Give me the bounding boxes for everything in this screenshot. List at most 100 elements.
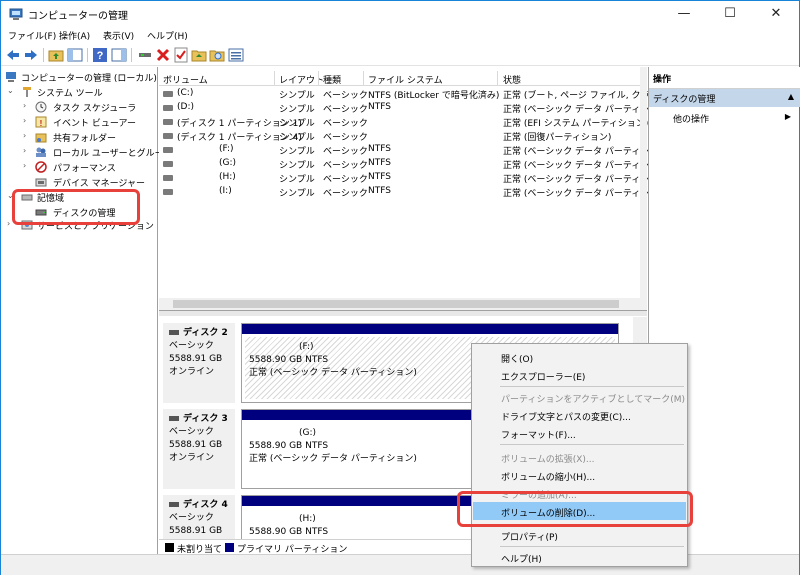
minimize-button[interactable]: — (661, 1, 707, 27)
tree-item-system-tools[interactable]: ⌄ システム ツール (5, 85, 155, 99)
volume-type: ベーシック (323, 105, 368, 115)
open-folder-icon[interactable] (191, 47, 207, 63)
disk-type: ベーシック (169, 341, 214, 351)
primary-partition-swatch (225, 543, 234, 552)
disk-icon (169, 502, 179, 507)
tree-item-event-viewer[interactable]: › ! イベント ビューアー (5, 115, 155, 129)
disk-name: ディスク 2 (183, 328, 228, 338)
maximize-button[interactable]: ☐ (707, 1, 753, 27)
tree-label-local-users: ローカル ユーザーとグループ (53, 149, 173, 159)
tree-label-system-tools: システム ツール (37, 89, 103, 99)
navigation-tree: コンピューターの管理 (ローカル) ⌄ システム ツール › タスク スケジュー… (1, 67, 172, 554)
column-header-filesystem[interactable]: ファイル システム (368, 73, 443, 86)
collapse-arrow-icon[interactable]: ▲ (788, 92, 794, 101)
column-header-volume[interactable]: ボリューム (163, 73, 208, 86)
volume-row[interactable]: (I:) シンプル ベーシック NTFS 正常 (ベーシック データ パーティシ… (159, 185, 671, 199)
volume-row[interactable]: (C:) シンプル ベーシック NTFS (BitLocker で暗号化済み) … (159, 87, 677, 101)
disk-label-3[interactable]: ディスク 3 ベーシック 5588.91 GB オンライン (163, 409, 235, 489)
column-header-status[interactable]: 状態 (503, 73, 521, 86)
scrollbar-thumb[interactable] (173, 300, 619, 308)
delete-volume-callout (457, 491, 693, 527)
volume-layout: シンプル (279, 189, 315, 199)
tools-icon (23, 87, 31, 97)
shared-folder-icon (35, 133, 47, 143)
view-list-icon[interactable] (228, 47, 244, 63)
volume-row[interactable]: (ディスク 1 パーティション 4) シンプル ベーシック 正常 (回復パーティ… (159, 129, 640, 143)
chevron-right-icon[interactable]: › (23, 161, 26, 170)
menu-file[interactable]: ファイル(F) (8, 29, 56, 42)
actions-title: 操作 (649, 67, 800, 89)
actions-section-disk-management[interactable]: ディスクの管理 ▲ (649, 89, 800, 107)
disk-label-2[interactable]: ディスク 2 ベーシック 5588.91 GB オンライン (163, 323, 235, 403)
menu-item-help[interactable]: ヘルプ(H) (473, 548, 686, 566)
pane-splitter[interactable] (159, 310, 647, 316)
menu-item-open[interactable]: 開く(O) (473, 348, 686, 366)
menu-item-shrink-volume[interactable]: ボリュームの縮小(H)... (473, 466, 686, 484)
tree-item-root[interactable]: コンピューターの管理 (ローカル) (5, 70, 157, 84)
tree-item-device-manager[interactable]: デバイス マネージャー (5, 175, 155, 189)
volume-layout: シンプル (279, 105, 315, 115)
disk-type: ベーシック (169, 513, 214, 523)
more-actions-link[interactable]: 他の操作 (673, 112, 709, 125)
volume-filesystem: NTFS (368, 172, 391, 182)
tree-label-shared-folders: 共有フォルダー (53, 134, 117, 144)
menu-item-change-drive-letter[interactable]: ドライブ文字とパスの変更(C)... (473, 406, 686, 424)
checklist-icon[interactable] (173, 47, 189, 63)
volume-layout: シンプル (279, 133, 315, 143)
chevron-right-icon[interactable]: › (23, 131, 26, 140)
submenu-arrow-icon[interactable]: ▶ (785, 112, 791, 121)
volume-icon (163, 119, 173, 125)
volume-name: (F:) (219, 144, 234, 154)
tree-label-event-viewer: イベント ビューアー (53, 119, 136, 129)
volume-icon (163, 175, 173, 181)
disk-icon (169, 330, 179, 335)
back-arrow-icon[interactable] (5, 47, 21, 63)
menu-item-properties[interactable]: プロパティ(P) (473, 526, 686, 544)
menu-view[interactable]: 表示(V) (103, 29, 134, 42)
menu-item-explorer[interactable]: エクスプローラー(E) (473, 366, 686, 384)
chevron-right-icon[interactable]: › (23, 146, 26, 155)
volume-row[interactable]: (D:) シンプル ベーシック NTFS 正常 (ベーシック データ パーティシ… (159, 101, 671, 115)
tree-item-local-users[interactable]: › ローカル ユーザーとグループ (5, 145, 172, 159)
properties-pane-icon[interactable] (111, 47, 127, 63)
disk-icon (169, 416, 179, 421)
disk-size: 5588.91 GB (169, 440, 223, 450)
tree-item-task-scheduler[interactable]: › タスク スケジューラ (5, 100, 155, 114)
forward-arrow-icon[interactable] (23, 47, 39, 63)
volume-type: ベーシック (323, 147, 368, 157)
volume-name: (I:) (219, 186, 232, 196)
volume-row[interactable]: (G:) シンプル ベーシック NTFS 正常 (ベーシック データ パーティシ… (159, 157, 671, 171)
volume-row[interactable]: (F:) シンプル ベーシック NTFS 正常 (ベーシック データ パーティシ… (159, 143, 671, 157)
disk-management-callout (12, 189, 140, 225)
delete-icon[interactable] (155, 47, 171, 63)
volume-layout: シンプル (279, 175, 315, 185)
menu-item-format[interactable]: フォーマット(F)... (473, 424, 686, 442)
window-title: コンピューターの管理 (28, 11, 128, 22)
menu-help[interactable]: ヘルプ(H) (147, 29, 188, 42)
volume-list-header: ボリューム レイアウト 種類 ファイル システム 状態 (159, 71, 640, 86)
close-button[interactable]: ✕ (753, 1, 799, 27)
svg-text:!: ! (40, 119, 43, 128)
show-hide-tree-icon[interactable] (67, 47, 83, 63)
chevron-right-icon[interactable]: › (7, 219, 10, 228)
volume-list-vertical-scrollbar[interactable] (640, 67, 647, 310)
help-icon[interactable]: ? (92, 47, 108, 63)
tree-item-shared-folders[interactable]: › 共有フォルダー (5, 130, 155, 144)
search-folder-icon[interactable] (209, 47, 225, 63)
chevron-right-icon[interactable]: › (23, 116, 26, 125)
volume-row[interactable]: (ディスク 1 パーティション 1) シンプル ベーシック 正常 (EFI シス… (159, 115, 648, 129)
volume-list-horizontal-scrollbar[interactable] (159, 298, 640, 310)
menu-action[interactable]: 操作(A) (59, 29, 90, 42)
computer-management-window: コンピューターの管理 — ☐ ✕ ファイル(F) 操作(A) 表示(V) ヘルプ… (0, 0, 800, 575)
menu-bar: ファイル(F) 操作(A) 表示(V) ヘルプ(H) (1, 27, 799, 44)
connect-icon[interactable] (137, 47, 153, 63)
chevron-right-icon[interactable]: › (23, 101, 26, 110)
volume-row[interactable]: (H:) シンプル ベーシック NTFS 正常 (ベーシック データ パーティシ… (159, 171, 671, 185)
column-header-type[interactable]: 種類 (323, 73, 341, 86)
volume-context-menu: 開く(O) エクスプローラー(E) パーティションをアクティブとしてマーク(M)… (471, 343, 688, 567)
up-folder-icon[interactable] (48, 47, 64, 63)
disk-name: ディスク 4 (183, 500, 228, 510)
chevron-down-icon[interactable]: ⌄ (7, 86, 14, 95)
tree-item-performance[interactable]: › パフォーマンス (5, 160, 155, 174)
disk-label-4[interactable]: ディスク 4 ベーシック 5588.91 GB (163, 495, 235, 539)
